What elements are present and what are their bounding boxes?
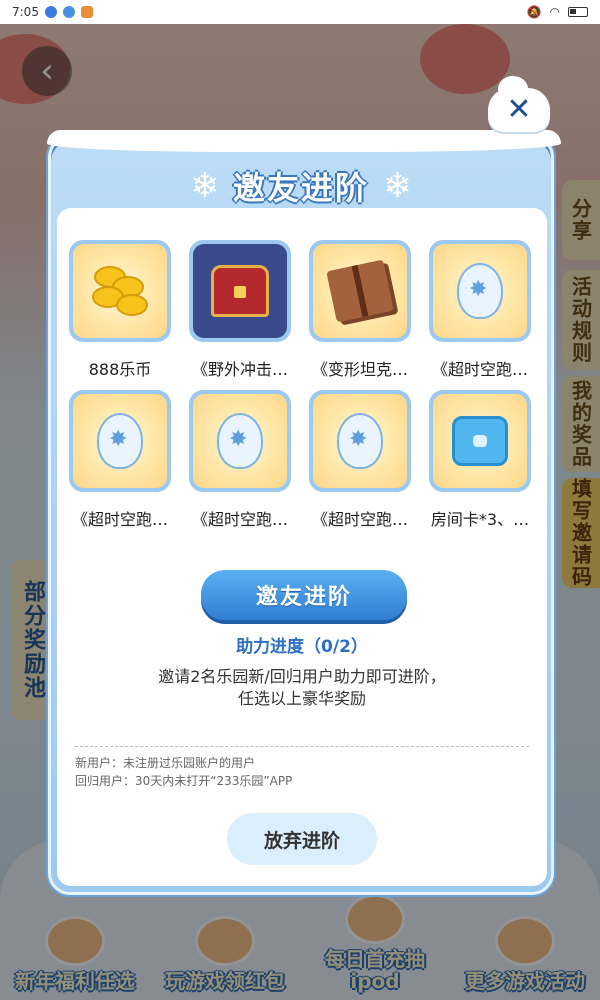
reward-label: 《超时空跑…	[311, 510, 408, 529]
gift-box-icon	[326, 259, 394, 323]
snow-decoration	[47, 130, 561, 152]
status-time: 7:05	[12, 5, 39, 19]
note-new-user: 新用户：未注册过乐园账户的用户	[75, 756, 256, 770]
snowflake-icon: ❄	[190, 166, 219, 206]
reward-label: 《野外冲击…	[191, 360, 288, 379]
app-notification-icon	[80, 6, 93, 18]
egg-potion-icon	[337, 413, 383, 469]
reward-label: 《超时空跑…	[431, 360, 528, 379]
invite-upgrade-button[interactable]: 邀友进阶	[201, 570, 407, 620]
assist-progress: 助力进度（0/2）	[236, 637, 368, 657]
app-notification-icon	[44, 6, 57, 18]
egg-orb-icon	[217, 413, 263, 469]
description-line: 邀请2名乐园新/回归用户助力即可进阶，	[158, 667, 446, 686]
app-notification-icon	[62, 6, 75, 18]
reward-item[interactable]: 《超时空跑…	[309, 390, 411, 540]
reward-label: 《超时空跑…	[191, 510, 288, 529]
egg-book-icon	[457, 263, 503, 319]
divider	[75, 746, 529, 747]
modal-body: 888乐币 《野外冲击… 《变形坦克… 《超时空跑…	[57, 208, 547, 886]
invite-upgrade-modal: ❄ 邀友进阶 ❄ 888乐币 《野外冲击… 《变形坦克… ✸ 《超时空跑… ✸ …	[47, 130, 561, 895]
reward-item[interactable]: 房间卡*3、…	[429, 390, 531, 540]
description-line: 任选以上豪华奖励	[237, 689, 366, 708]
modal-header: ❄ 邀友进阶 ❄	[51, 156, 551, 216]
coin-stack-icon	[90, 262, 150, 320]
reward-item[interactable]: 《超时空跑…	[189, 390, 291, 540]
close-button[interactable]: ✕	[488, 76, 550, 132]
egg-candy-icon	[97, 413, 143, 469]
note-returning-user: 回归用户：30天内未打开“233乐园”APP	[75, 774, 293, 788]
status-bar: 7:05 🔕 ◠	[0, 0, 600, 24]
reward-item[interactable]: 《野外冲击…	[189, 240, 291, 390]
battery-icon	[568, 7, 588, 17]
treasure-chest-icon	[211, 265, 269, 317]
invite-description: 邀请2名乐园新/回归用户助力即可进阶， 任选以上豪华奖励	[77, 666, 527, 710]
reward-item[interactable]: 《变形坦克…	[309, 240, 411, 390]
mute-icon: 🔕	[526, 5, 542, 19]
reward-label: 888乐币	[88, 360, 152, 379]
reward-label: 《变形坦克…	[311, 360, 408, 379]
give-up-button[interactable]: 放弃进阶	[227, 813, 377, 865]
reward-label: 《超时空跑…	[71, 510, 168, 529]
modal-title: 邀友进阶	[232, 169, 369, 207]
wifi-icon: ◠	[549, 5, 560, 19]
close-icon: ✕	[506, 92, 532, 127]
blue-cube-icon	[452, 416, 508, 466]
snowflake-icon: ❄	[383, 166, 412, 206]
reward-grid: 888乐币 《野外冲击… 《变形坦克… 《超时空跑…	[69, 240, 537, 540]
reward-item[interactable]: 888乐币	[69, 240, 171, 390]
reward-item[interactable]: 《超时空跑…	[429, 240, 531, 390]
reward-label: 房间卡*3、…	[430, 510, 530, 529]
reward-item[interactable]: 《超时空跑…	[69, 390, 171, 540]
